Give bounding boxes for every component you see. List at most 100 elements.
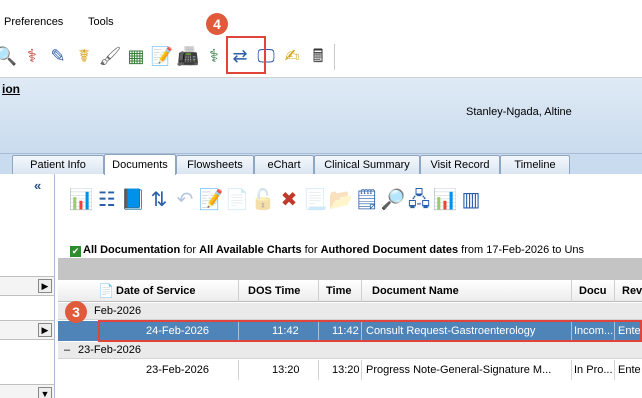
cell-divider (361, 360, 362, 380)
sort-az-icon[interactable]: ⇅ (146, 186, 172, 214)
filter-text: for (180, 244, 200, 256)
group-by-area[interactable] (58, 258, 642, 280)
column-divider[interactable] (614, 280, 615, 302)
book-icon[interactable]: 📘 (120, 186, 146, 214)
col-review[interactable]: Rev (622, 285, 642, 297)
col-dos-time[interactable]: DOS Time (248, 285, 300, 297)
network-icon[interactable]: 🖧 (406, 186, 432, 214)
col-date-of-service[interactable]: Date of Service (116, 285, 195, 297)
menu-tools[interactable]: Tools (88, 16, 114, 28)
tab-visit-record[interactable]: Visit Record (420, 155, 500, 174)
column-divider[interactable] (361, 280, 362, 302)
filter-text: for (301, 244, 321, 256)
cell-document-status: Incom... (574, 325, 614, 337)
left-pane-row[interactable]: ▶ (0, 276, 54, 296)
left-pane: « ▶ ▶ ▼ (0, 174, 55, 398)
column-divider[interactable] (571, 280, 572, 302)
filter-date-range: from 17-Feb-2026 to Uns (458, 244, 585, 256)
expand-arrow-icon[interactable]: ▼ (38, 387, 52, 398)
cell-review: Ente (618, 325, 641, 337)
unlock-document-icon[interactable]: 🔓 (250, 186, 276, 214)
cell-date-of-service: 23-Feb-2026 (146, 364, 209, 376)
table-row-selected[interactable]: 24-Feb-2026 11:42 11:42 Consult Request-… (58, 321, 642, 341)
spreadsheet-icon[interactable]: 📊 (68, 186, 94, 214)
collapse-pane-icon[interactable]: « (34, 178, 41, 193)
step-number: 3 (72, 304, 80, 320)
cell-divider (318, 321, 319, 341)
copy-document-icon[interactable]: 📄 (224, 186, 250, 214)
main-toolbar: 🔍 ⚕ ✎ ☤ 🖌 ▦ 📝 📠 ⚕ ⇄ 🖵 ✍ 🖩 (0, 38, 642, 78)
filter-charts: All Available Charts (199, 244, 302, 256)
tab-label: eChart (267, 159, 301, 171)
menu-bar: Preferences Tools (0, 0, 642, 40)
image-edit-icon[interactable]: 🖌 (98, 44, 122, 68)
cell-divider (614, 321, 615, 341)
edit-document-icon[interactable]: 📝 (198, 186, 224, 214)
medical-symbol-icon[interactable]: ☤ (72, 44, 96, 68)
documents-grid: 📄 Date of Service DOS Time Time Document… (58, 280, 642, 398)
column-divider[interactable] (238, 280, 239, 302)
filter-date-type: Authored Document dates (320, 244, 459, 256)
col-time[interactable]: Time (326, 285, 351, 297)
col-document-name[interactable]: Document Name (372, 285, 459, 297)
tab-flowsheets[interactable]: Flowsheets (176, 155, 254, 174)
cell-document-name: Consult Request-Gastroenterology (366, 325, 536, 337)
left-pane-row[interactable]: ▼ (0, 384, 54, 398)
cell-dos-time: 11:42 (272, 325, 299, 337)
cell-time: 13:20 (332, 364, 360, 376)
filter-scope: All Documentation (83, 244, 181, 256)
monitor-icon[interactable]: 🖵 (254, 44, 278, 68)
column-divider[interactable] (318, 280, 319, 302)
col-document-status[interactable]: Docu (579, 285, 607, 297)
tab-label: Patient Info (30, 159, 86, 171)
forward-document-icon[interactable]: 📂 (328, 186, 354, 214)
group-label: Feb-2026 (94, 305, 142, 317)
expand-arrow-icon[interactable]: ▶ (38, 279, 52, 293)
cell-divider (571, 321, 572, 341)
document-pen-icon[interactable]: 📝 (150, 44, 174, 68)
table-columns-icon[interactable]: ▥ (458, 186, 484, 214)
tab-clinical-summary[interactable]: Clinical Summary (314, 155, 420, 174)
table-row[interactable]: 23-Feb-2026 13:20 13:20 Progress Note-Ge… (58, 360, 642, 380)
checkmark-icon[interactable]: ✔ (70, 246, 81, 257)
left-pane-row[interactable]: ▶ (0, 320, 54, 340)
documents-toolbar: 📊 ☷ 📘 ⇅ ↶ 📝 📄 🔓 ✖ 📃 📂 🗒 🔎 🖧 📊 ▥ (56, 174, 642, 224)
refer-patient-icon[interactable]: ⇄ (228, 44, 252, 68)
caduceus-icon[interactable]: ⚕ (20, 44, 44, 68)
menu-preferences[interactable]: Preferences (4, 16, 63, 28)
step-number: 4 (213, 16, 221, 32)
window-title[interactable]: ion (2, 82, 20, 96)
move-document-icon[interactable]: 📃 (302, 186, 328, 214)
cell-divider (361, 321, 362, 341)
tree-view-icon[interactable]: ☷ (94, 186, 120, 214)
cell-review: Ente (618, 364, 641, 376)
document-list-icon[interactable]: 🗒 (354, 186, 380, 214)
expand-arrow-icon[interactable]: ▶ (38, 323, 52, 337)
search-key-icon[interactable]: 🔎 (380, 186, 406, 214)
chart-bars-icon[interactable]: 📊 (432, 186, 458, 214)
cell-divider (571, 360, 572, 380)
undo-icon[interactable]: ↶ (172, 186, 198, 214)
tab-documents[interactable]: Documents (104, 154, 176, 175)
sign-document-icon[interactable]: 📠 (176, 44, 200, 68)
cell-date-of-service: 24-Feb-2026 (146, 325, 209, 337)
add-patient-icon[interactable]: ⚕ (202, 44, 226, 68)
patient-name: Stanley-Ngada, Altine (466, 106, 572, 118)
group-row[interactable]: – 23-Feb-2026 (58, 342, 642, 359)
calculator-icon[interactable]: 🖩 (306, 44, 330, 68)
magnifier-icon[interactable]: 🔍 (0, 44, 18, 68)
patient-header: ion Stanley-Ngada, Altine (0, 78, 642, 154)
collapse-group-icon[interactable]: – (64, 344, 70, 356)
tab-patient-info[interactable]: Patient Info (12, 155, 104, 174)
cell-time: 11:42 (332, 325, 359, 337)
edit-note-icon[interactable]: ✎ (46, 44, 70, 68)
document-type-icon: 📄 (98, 283, 115, 298)
tab-echart[interactable]: eChart (254, 155, 314, 174)
cell-document-status: In Pro... (574, 364, 613, 376)
delete-document-icon[interactable]: ✖ (276, 186, 302, 214)
tab-timeline[interactable]: Timeline (500, 155, 570, 174)
flowsheet-grid-icon[interactable]: ▦ (124, 44, 148, 68)
cell-divider (614, 360, 615, 380)
notepad-edit-icon[interactable]: ✍ (280, 44, 304, 68)
group-row[interactable]: Feb-2026 (58, 303, 642, 320)
